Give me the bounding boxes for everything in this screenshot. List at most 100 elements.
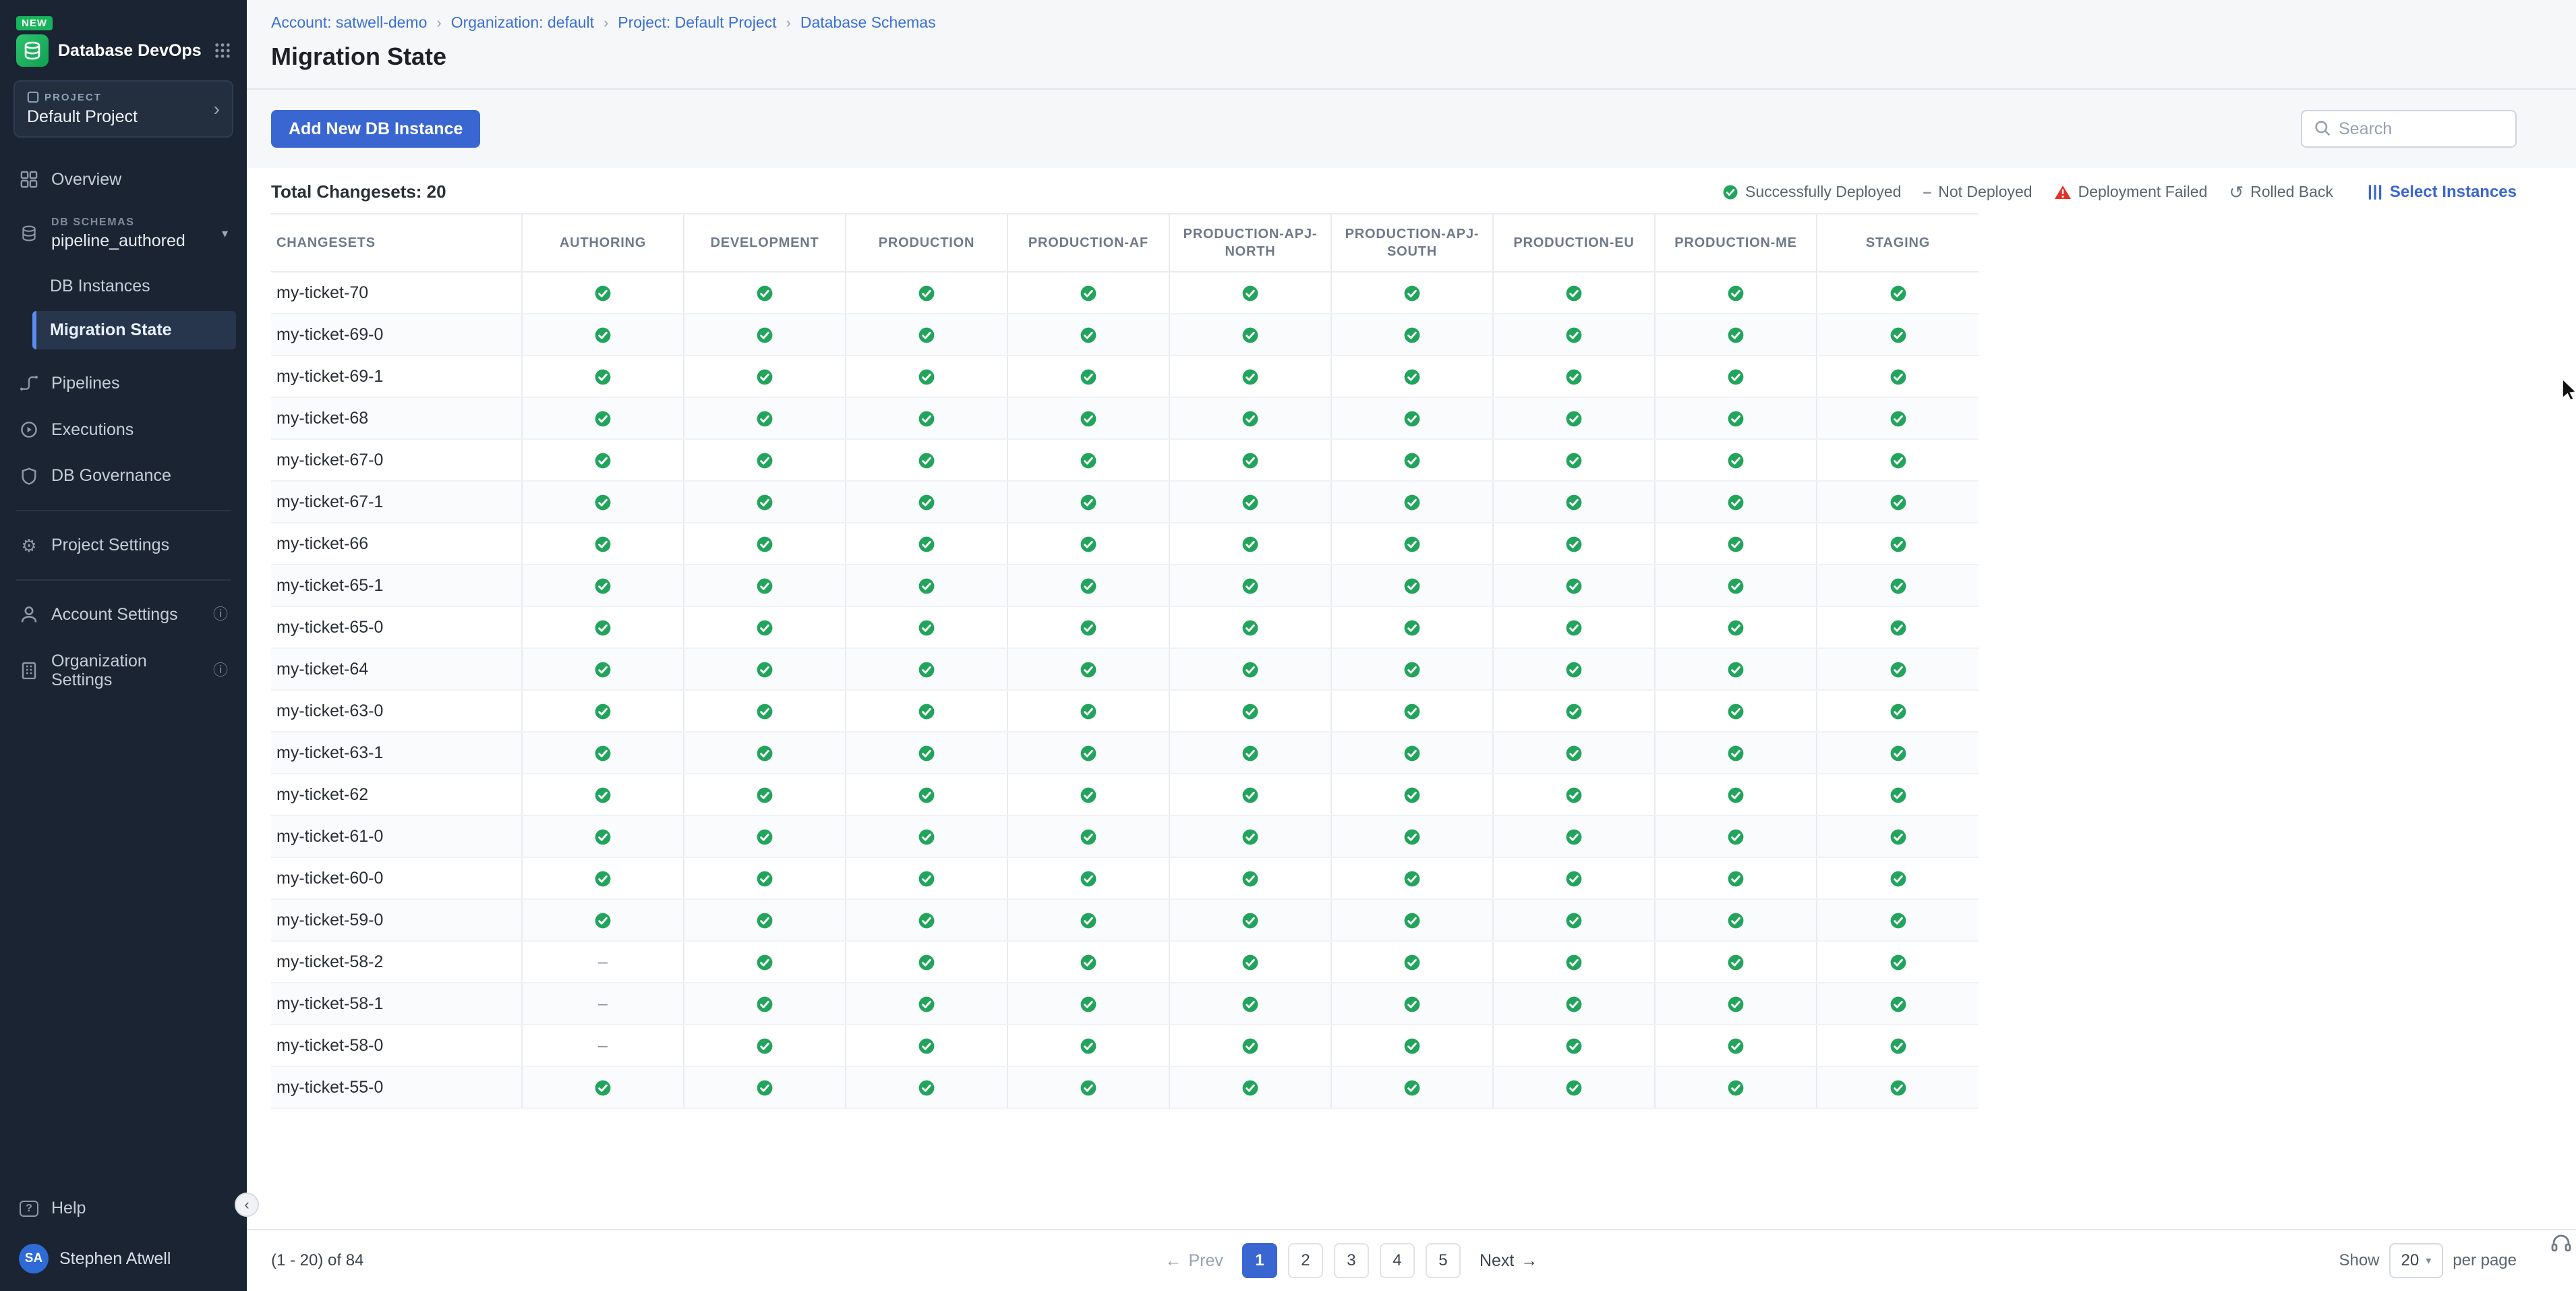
search-box[interactable] [2301, 110, 2517, 148]
status-deployed [1331, 857, 1493, 899]
status-check-icon [1241, 954, 1259, 971]
user-menu[interactable]: SA Stephen Atwell [0, 1232, 247, 1286]
status-check-icon [1727, 996, 1745, 1013]
status-deployed [522, 606, 684, 648]
changeset-name: my-ticket-67-1 [271, 481, 522, 523]
status-deployed [1817, 732, 1979, 774]
warning-triangle-icon [2054, 185, 2072, 200]
sidebar-nav: Overview DB SCHEMAS pipeline_authored ▾ … [0, 156, 247, 704]
sidebar-item-overview[interactable]: Overview [0, 156, 247, 203]
status-deployed [1655, 565, 1817, 606]
table-row: my-ticket-67-1 [271, 481, 1979, 523]
sidebar-item-migration-state[interactable]: Migration State [32, 311, 236, 349]
status-check-icon [1241, 326, 1259, 344]
column-header-production-af: PRODUCTION-AF [1007, 214, 1169, 272]
column-header-staging: STAGING [1817, 214, 1979, 272]
breadcrumb-database-schemas[interactable]: Database Schemas [800, 13, 936, 32]
status-check-icon [1403, 1037, 1421, 1055]
add-db-instance-button[interactable]: Add New DB Instance [271, 110, 480, 148]
status-deployed [846, 941, 1007, 983]
status-check-icon [756, 996, 773, 1013]
status-deployed [1655, 1066, 1817, 1108]
status-check-icon [1241, 912, 1259, 929]
status-deployed [522, 648, 684, 690]
status-deployed [1493, 774, 1655, 815]
status-deployed [1493, 648, 1655, 690]
status-deployed [1331, 983, 1493, 1025]
status-deployed [1169, 815, 1331, 857]
chevron-right-icon: › [604, 14, 608, 32]
sidebar-item-db-schemas[interactable]: DB SCHEMAS pipeline_authored ▾ [0, 203, 247, 264]
sidebar-item-executions[interactable]: Executions [0, 407, 247, 453]
status-check-icon [1727, 912, 1745, 929]
status-check-icon [1890, 577, 1907, 595]
status-check-icon [918, 954, 935, 971]
status-check-icon [1727, 828, 1745, 846]
status-check-icon [918, 326, 935, 344]
status-deployed [1655, 481, 1817, 523]
status-check-icon [1241, 745, 1259, 762]
support-widget-icon[interactable] [2550, 1233, 2572, 1259]
breadcrumb-account[interactable]: Account: satwell-demo [271, 13, 427, 32]
status-check-icon [1403, 1079, 1421, 1097]
page-button-3[interactable]: 3 [1334, 1243, 1369, 1278]
table-row: my-ticket-69-1 [271, 355, 1979, 397]
status-check-icon [1727, 1079, 1745, 1097]
status-deployed [522, 857, 684, 899]
status-check-icon [756, 494, 773, 511]
page-button-5[interactable]: 5 [1426, 1243, 1461, 1278]
next-page-button[interactable]: Next → [1480, 1251, 1538, 1271]
status-deployed [684, 983, 846, 1025]
pager: ← Prev 1 2 3 4 5 Next → [1165, 1243, 1538, 1278]
prev-page-button[interactable]: ← Prev [1165, 1251, 1223, 1271]
sidebar-item-organization-settings[interactable]: Organization Settings ⓘ [0, 638, 247, 704]
page-size-select[interactable]: 20 ▾ [2389, 1243, 2444, 1278]
status-deployed [846, 523, 1007, 565]
status-check-icon [1403, 326, 1421, 344]
sidebar-item-db-instances[interactable]: DB Instances [32, 267, 236, 306]
help-icon: ? [20, 1201, 38, 1217]
sidebar-item-account-settings[interactable]: Account Settings ⓘ [0, 592, 247, 638]
status-check-icon [756, 536, 773, 553]
status-deployed [846, 648, 1007, 690]
sidebar-item-help[interactable]: ? Help [0, 1185, 247, 1232]
page-button-2[interactable]: 2 [1288, 1243, 1323, 1278]
breadcrumb-organization[interactable]: Organization: default [451, 13, 594, 32]
database-devops-logo-icon [16, 34, 49, 67]
status-check-icon [1403, 996, 1421, 1013]
status-deployed [684, 1066, 846, 1108]
dash-icon: – [598, 1036, 608, 1055]
status-deployed [1007, 899, 1169, 941]
sidebar-item-db-governance[interactable]: DB Governance [0, 453, 247, 499]
sidebar-collapse-button[interactable]: ‹ [235, 1193, 259, 1217]
status-check-icon [594, 745, 612, 762]
status-deployed [684, 732, 846, 774]
status-check-icon [756, 619, 773, 637]
status-deployed [1007, 690, 1169, 732]
module-grid-icon[interactable] [214, 42, 231, 59]
status-check-icon [1241, 661, 1259, 679]
status-deployed [1817, 314, 1979, 355]
status-check-icon [1403, 536, 1421, 553]
status-check-icon [918, 745, 935, 762]
status-check-icon [1727, 326, 1745, 344]
chevron-right-icon: › [786, 14, 791, 32]
changeset-name: my-ticket-58-2 [271, 941, 522, 983]
status-deployed [1655, 857, 1817, 899]
sidebar-item-pipelines[interactable]: Pipelines [0, 360, 247, 407]
changeset-name: my-ticket-62 [271, 774, 522, 815]
sidebar-item-project-settings[interactable]: ⚙ Project Settings [0, 522, 247, 569]
table-row: my-ticket-69-0 [271, 314, 1979, 355]
page-button-1[interactable]: 1 [1242, 1243, 1277, 1278]
select-instances-button[interactable]: Select Instances [2368, 183, 2517, 202]
status-deployed [1655, 439, 1817, 481]
arrow-left-icon: ← [1165, 1251, 1182, 1271]
search-input[interactable] [2339, 119, 2503, 139]
status-check-icon [918, 996, 935, 1013]
page-button-4[interactable]: 4 [1380, 1243, 1415, 1278]
breadcrumb-project[interactable]: Project: Default Project [618, 13, 776, 32]
status-check-icon [1241, 1037, 1259, 1055]
project-selector[interactable]: PROJECT Default Project › [13, 80, 233, 138]
status-check-icon [918, 828, 935, 846]
status-deployed [1493, 523, 1655, 565]
